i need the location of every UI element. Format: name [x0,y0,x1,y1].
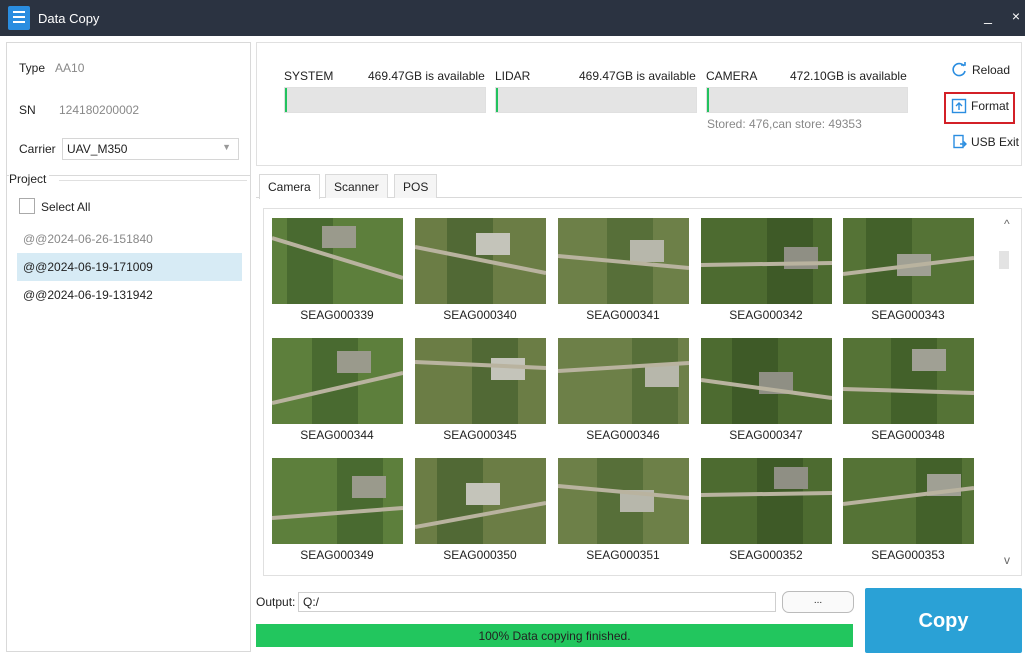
camera-available: 472.10GB is available [790,69,907,83]
scroll-up-button[interactable]: ^ [1004,217,1010,231]
project-item[interactable]: @@2024-06-19-131942 [17,281,242,309]
image-thumbnail[interactable] [415,218,546,304]
image-caption: SEAG000340 [443,308,517,322]
device-info-panel: Type AA10 SN 124180200002 Carrier UAV_M350… [6,42,251,652]
image-thumbnail[interactable] [272,218,403,304]
project-divider [59,180,247,181]
lidar-storage-bar [495,87,697,113]
tab-camera[interactable]: Camera [259,174,320,199]
image-thumbnail[interactable] [701,218,832,304]
scrollbar-thumb[interactable] [999,251,1009,269]
image-caption: SEAG000350 [443,548,517,562]
format-icon [951,98,967,114]
reload-button[interactable]: Reload [950,62,1010,78]
output-path-input[interactable]: Q:/ [298,592,776,612]
select-all-checkbox[interactable] [19,198,35,214]
image-caption: SEAG000348 [871,428,945,442]
sn-label: SN [19,103,36,117]
sn-row: SN 124180200002 [19,103,139,117]
project-item-selected[interactable]: @@2024-06-19-171009 [17,253,242,281]
image-caption: SEAG000353 [871,548,945,562]
usb-exit-button[interactable]: USB Exit [951,134,1019,150]
camera-label: CAMERA [706,69,758,83]
window-title: Data Copy [38,11,100,26]
copy-progress-bar: 100% Data copying finished. [256,624,853,647]
image-thumbnail[interactable] [701,338,832,424]
camera-storage-bar [706,87,908,113]
project-title: Project [9,172,50,186]
tab-scanner[interactable]: Scanner [325,174,388,198]
image-caption: SEAG000345 [443,428,517,442]
title-bar: Data Copy _ × [0,0,1025,36]
tab-pos[interactable]: POS [394,174,438,198]
storage-panel: SYSTEM 469.47GB is available LIDAR 469.4… [256,42,1022,166]
image-caption: SEAG000349 [300,548,374,562]
image-gallery: ^ v SEAG000339 SEAG000340 SEAG000341 SEAG00… [263,208,1022,576]
image-thumbnail[interactable] [272,338,403,424]
lidar-storage-fill [496,88,498,112]
system-storage-bar [284,87,486,113]
image-caption: SEAG000352 [729,548,803,562]
image-caption: SEAG000344 [300,428,374,442]
carrier-value: UAV_M350 [67,142,128,156]
type-label: Type [19,61,46,75]
image-caption: SEAG000346 [586,428,660,442]
carrier-label: Carrier [19,142,56,156]
usb-exit-label: USB Exit [971,135,1020,149]
image-thumbnail[interactable] [272,458,403,544]
system-label: SYSTEM [284,69,334,83]
image-thumbnail[interactable] [701,458,832,544]
image-caption: SEAG000341 [586,308,660,322]
image-thumbnail[interactable] [843,338,974,424]
image-thumbnail[interactable] [558,218,689,304]
type-value: AA10 [55,61,85,75]
copy-button[interactable]: Copy [865,588,1022,653]
reload-label: Reload [972,63,1011,77]
image-thumbnail[interactable] [415,338,546,424]
project-item[interactable]: @@2024-06-26-151840 [17,225,242,253]
image-thumbnail[interactable] [843,458,974,544]
browse-button[interactable]: ... [782,591,854,613]
format-button[interactable]: Format [951,98,1009,114]
type-row: Type AA10 [19,61,84,75]
image-thumbnail[interactable] [415,458,546,544]
image-thumbnail[interactable] [843,218,974,304]
select-all-label[interactable]: Select All [41,200,90,214]
close-button[interactable]: × [1008,8,1024,28]
chevron-down-icon: ▼ [222,142,231,152]
lidar-available: 469.47GB is available [579,69,696,83]
tab-bar: Camera Scanner POS [256,174,1022,199]
system-available: 469.47GB is available [368,69,485,83]
image-thumbnail[interactable] [558,338,689,424]
scroll-down-button[interactable]: v [1004,553,1010,567]
image-thumbnail[interactable] [558,458,689,544]
app-icon [8,6,30,30]
lidar-label: LIDAR [495,69,531,83]
reload-icon [952,62,966,77]
system-storage-fill [285,88,287,112]
image-caption: SEAG000342 [729,308,803,322]
image-caption: SEAG000347 [729,428,803,442]
carrier-select[interactable]: UAV_M350 ▼ [62,138,239,160]
image-caption: SEAG000343 [871,308,945,322]
image-caption: SEAG000351 [586,548,660,562]
sn-value: 124180200002 [59,103,140,117]
stored-count: Stored: 476,can store: 49353 [707,117,862,131]
usb-exit-icon [953,134,967,149]
output-label: Output: [256,595,296,609]
image-caption: SEAG000339 [300,308,374,322]
camera-storage-fill [707,88,709,112]
format-label: Format [971,99,1010,113]
minimize-button[interactable]: _ [980,8,996,28]
